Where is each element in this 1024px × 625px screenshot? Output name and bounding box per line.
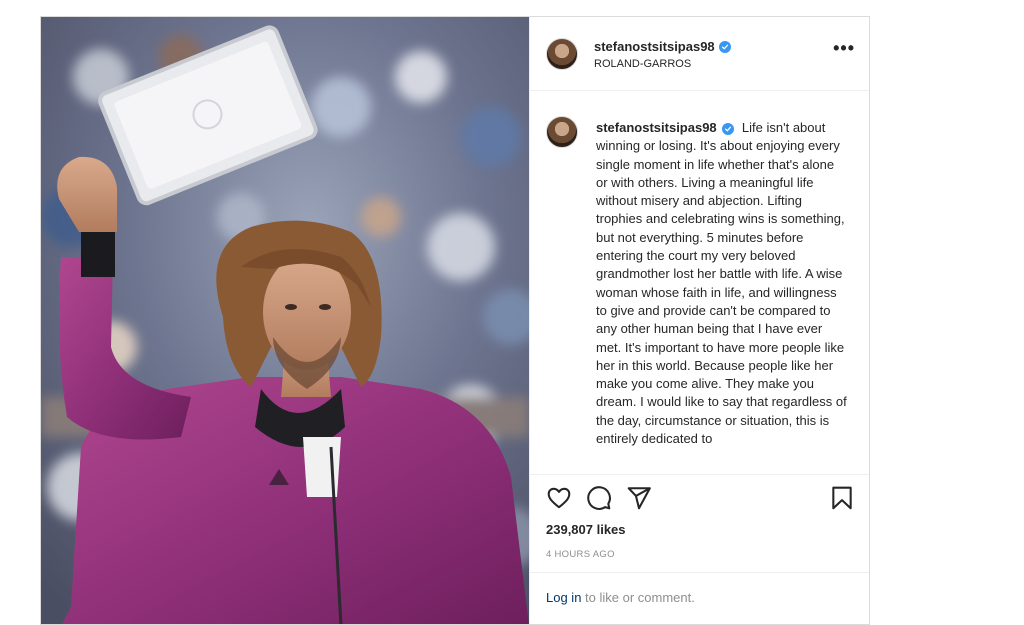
actions-bar: 239,807 likes 4 HOURS AGO Log in to like… [530,474,869,624]
likes-count[interactable]: 239,807 likes [546,522,626,537]
login-prompt: Log in to like or comment. [530,572,869,624]
verified-badge-icon [718,40,731,53]
profile-avatar[interactable] [546,38,578,70]
login-rest-text: to like or comment. [581,590,695,605]
heart-icon[interactable] [546,485,572,511]
bookmark-icon[interactable] [829,485,855,511]
post-sidebar: stefanostsitsipas98 ROLAND-GARROS ••• st… [529,17,869,624]
caption-username[interactable]: stefanostsitsipas98 [596,120,717,135]
header-user-row: stefanostsitsipas98 [594,39,731,54]
post-photo[interactable] [41,17,529,624]
header-username[interactable]: stefanostsitsipas98 [594,39,715,54]
login-link[interactable]: Log in [546,590,581,605]
login-prompt-text: Log in to like or comment. [546,590,695,605]
more-options-icon[interactable]: ••• [833,39,855,57]
post-caption: stefanostsitsipas98 Life isn't about win… [596,119,848,448]
comment-bubble-icon[interactable] [586,485,612,511]
caption-text: Life isn't about winning or losing. It's… [596,120,847,447]
verified-badge-icon [722,123,735,135]
post-timestamp[interactable]: 4 HOURS AGO [546,549,615,560]
paper-plane-icon[interactable] [626,485,652,511]
caption-section: stefanostsitsipas98 Life isn't about win… [530,92,869,474]
tennis-player-holding-trophy-image [41,17,529,624]
caption-avatar[interactable] [546,116,578,148]
post-location[interactable]: ROLAND-GARROS [594,58,691,70]
post-header: stefanostsitsipas98 ROLAND-GARROS ••• [530,17,869,91]
instagram-post: stefanostsitsipas98 ROLAND-GARROS ••• st… [40,16,870,625]
